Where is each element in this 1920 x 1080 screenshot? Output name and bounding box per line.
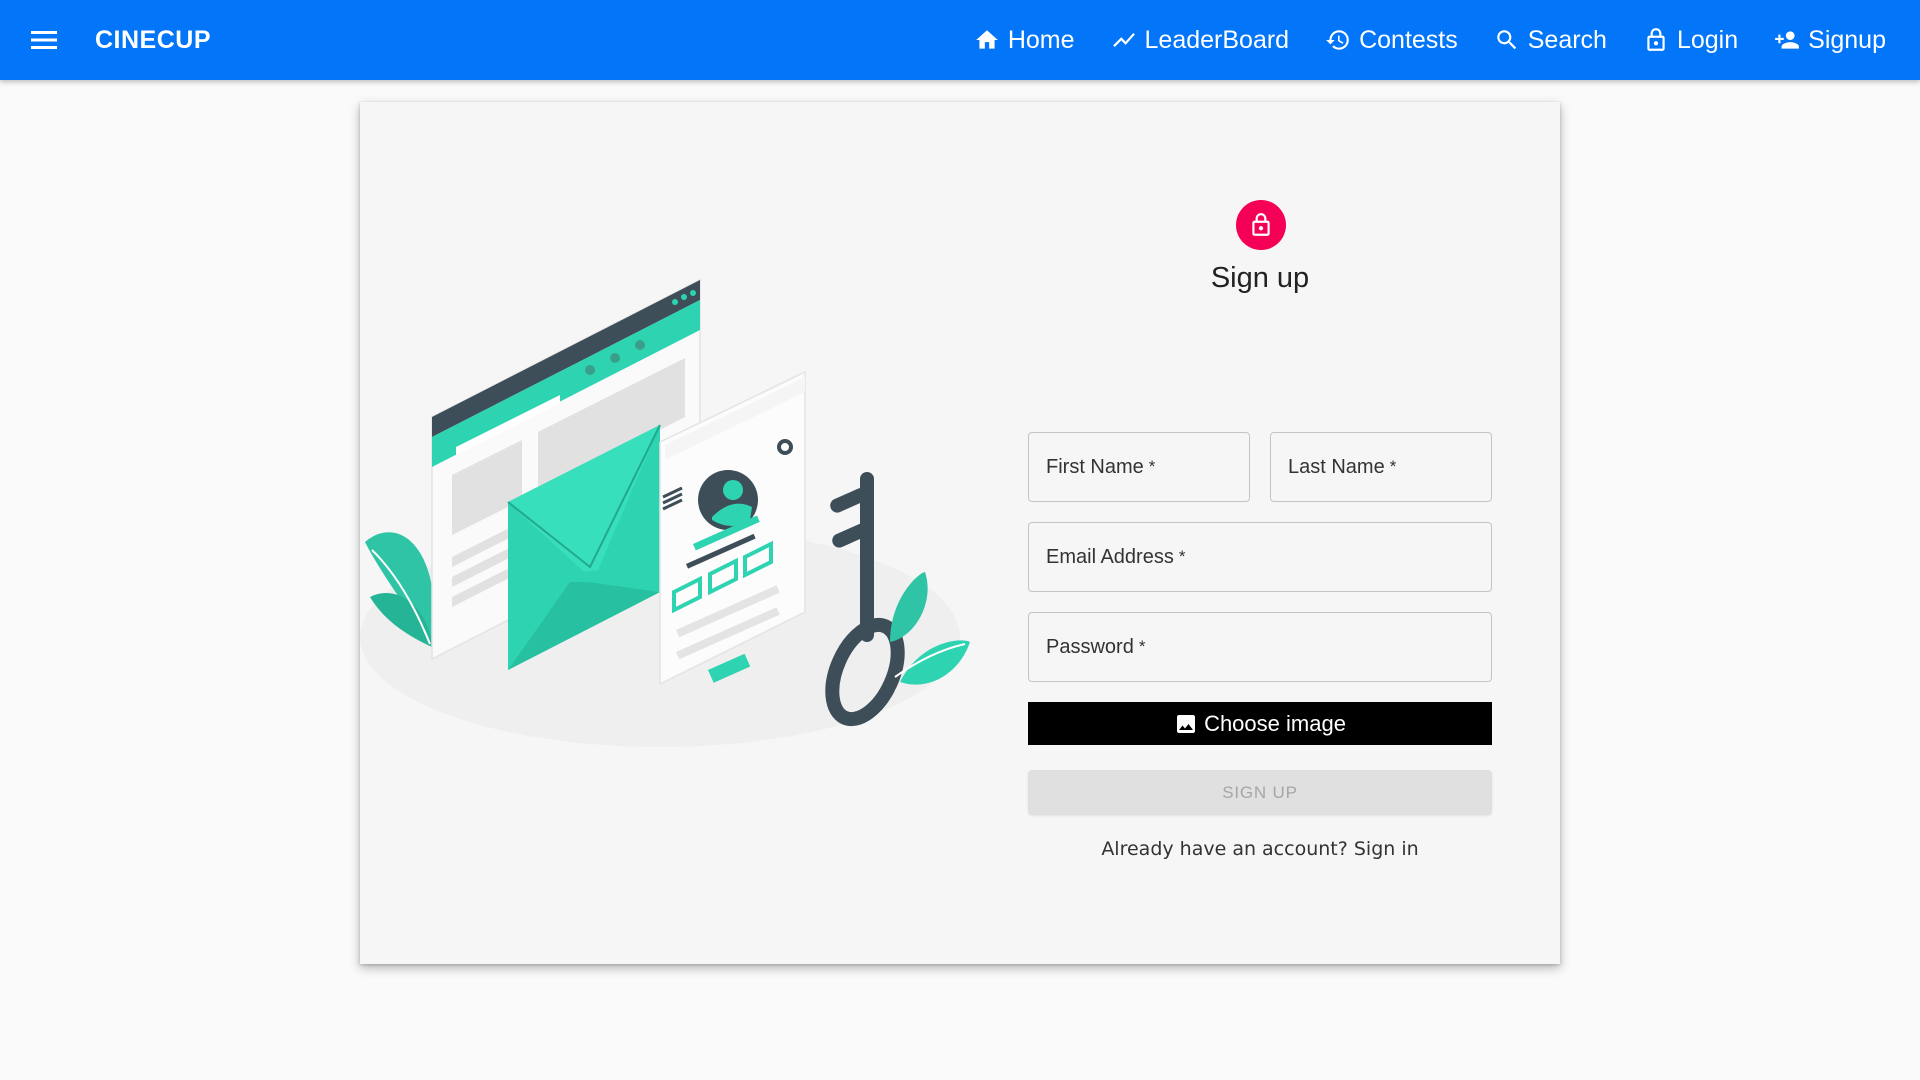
last-name-label: Last Name — [1288, 455, 1385, 478]
last-name-field[interactable]: Last Name * — [1270, 432, 1492, 502]
hamburger-menu-icon — [31, 31, 57, 49]
nav-label: Signup — [1808, 26, 1886, 54]
signup-card: Sign up First Name * Last Name * Email Add… — [360, 102, 1560, 964]
signin-link[interactable]: Already have an account? Sign in — [1028, 838, 1492, 860]
first-name-label: First Name — [1046, 455, 1144, 478]
app-bar: CINECUP Home LeaderBoard Contests Search… — [0, 0, 1920, 80]
nav-label: Home — [1007, 26, 1075, 54]
history-icon — [1326, 30, 1349, 50]
email-field[interactable]: Email Address * — [1028, 522, 1492, 592]
image-icon — [1177, 714, 1196, 733]
search-icon — [1497, 30, 1516, 50]
lock-avatar — [1236, 200, 1286, 250]
lock-icon — [1252, 213, 1270, 236]
signup-illustration — [360, 278, 970, 747]
menu-button[interactable] — [26, 24, 62, 56]
page-title: Sign up — [1210, 262, 1310, 294]
choose-image-button[interactable]: Choose image — [1028, 702, 1492, 745]
brand-logo[interactable]: CINECUP — [95, 24, 211, 56]
password-field[interactable]: Password * — [1028, 612, 1492, 682]
nav-label: Contests — [1359, 26, 1458, 54]
nav-contests[interactable]: Contests — [1325, 20, 1458, 60]
password-label: Password — [1046, 635, 1134, 658]
nav-label: Login — [1676, 26, 1739, 54]
required-mark: * — [1389, 457, 1397, 476]
nav-label: LeaderBoard — [1144, 26, 1290, 54]
nav-leaderboard[interactable]: LeaderBoard — [1111, 20, 1290, 60]
nav-home[interactable]: Home — [974, 20, 1075, 60]
top-nav: Home LeaderBoard Contests Search Login S… — [974, 20, 1886, 60]
nav-label: Search — [1527, 26, 1607, 54]
lock-icon — [1647, 28, 1665, 51]
choose-image-label: Choose image — [1204, 710, 1346, 736]
person-add-icon — [1775, 31, 1800, 49]
nav-login[interactable]: Login — [1643, 20, 1738, 60]
nav-signup[interactable]: Signup — [1774, 20, 1886, 60]
nav-search[interactable]: Search — [1494, 20, 1607, 60]
required-mark: * — [1178, 547, 1186, 566]
email-label: Email Address — [1046, 545, 1174, 568]
required-mark: * — [1148, 457, 1156, 476]
signup-submit-button[interactable]: SIGN UP — [1028, 770, 1492, 815]
required-mark: * — [1138, 637, 1146, 656]
trending-icon — [1112, 32, 1135, 48]
home-icon — [975, 30, 998, 49]
first-name-field[interactable]: First Name * — [1028, 432, 1250, 502]
